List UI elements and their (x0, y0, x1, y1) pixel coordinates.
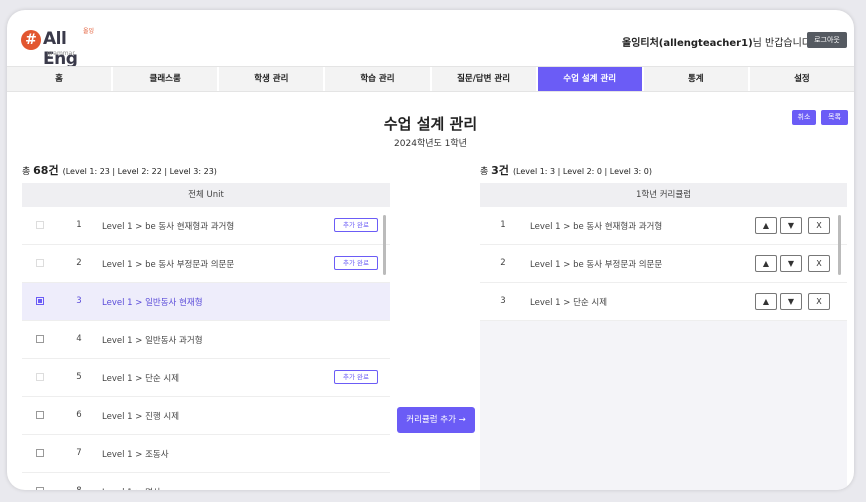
right-total-count: 3건 (491, 164, 509, 177)
added-badge: 추가 완료 (334, 218, 378, 232)
unit-title: Level 1 > be 동사 부정문과 의문문 (102, 260, 235, 270)
move-up-icon[interactable]: ▲ (755, 217, 777, 234)
logo-text: All Eng (43, 29, 78, 69)
unit-checkbox[interactable] (36, 297, 44, 305)
move-down-icon[interactable]: ▼ (780, 293, 802, 310)
unit-list-scrollbar[interactable] (383, 215, 386, 275)
unit-number: 3 (76, 296, 82, 306)
curriculum-number: 3 (500, 296, 506, 306)
logout-button[interactable]: 로그아웃 (807, 32, 847, 48)
curriculum-row: 1 Level 1 > be 동사 현재형과 과거형 ▲ ▼ X (480, 207, 847, 245)
remove-icon[interactable]: X (808, 217, 830, 234)
nav-item[interactable]: 학습 관리 (325, 67, 432, 91)
greeting-suffix: 님 반갑습니다. (752, 38, 815, 49)
logo-subtitle: grammar (47, 50, 75, 57)
left-total-prefix: 총 (22, 167, 34, 177)
move-down-icon[interactable]: ▼ (780, 255, 802, 272)
nav-item[interactable]: 설정 (750, 67, 854, 91)
curriculum-title: Level 1 > be 동사 현재형과 과거형 (530, 222, 663, 232)
added-badge: 추가 완료 (334, 370, 378, 384)
unit-number: 6 (76, 410, 82, 420)
logo-small-text: 올잉 (83, 28, 95, 35)
nav-item[interactable]: 클래스룸 (113, 67, 220, 91)
unit-row[interactable]: 7 Level 1 > 조동사 (22, 435, 390, 473)
unit-checkbox (36, 221, 44, 229)
unit-checkbox[interactable] (36, 411, 44, 419)
unit-row[interactable]: 1 Level 1 > be 동사 현재형과 과거형 추가 완료 (22, 207, 390, 245)
added-badge: 추가 완료 (334, 256, 378, 270)
header: # All Eng 올잉 grammar 올잉티처(allengteacher1… (7, 10, 854, 69)
curriculum-number: 2 (500, 258, 506, 268)
app-window: # All Eng 올잉 grammar 올잉티처(allengteacher1… (7, 10, 854, 490)
cancel-button[interactable]: 취소 (792, 110, 816, 125)
left-total-count: 68건 (33, 164, 59, 177)
curriculum-title: Level 1 > 단순 시제 (530, 298, 608, 308)
left-total: 총 68건 (Level 1: 23 | Level 2: 22 | Level … (22, 162, 217, 178)
nav-item[interactable]: 수업 설계 관리 (537, 67, 644, 91)
right-level-counts: (Level 1: 3 | Level 2: 0 | Level 3: 0) (512, 167, 652, 176)
greeting: 올잉티처(allengteacher1)님 반갑습니다. (622, 34, 814, 49)
right-total-prefix: 총 (480, 167, 492, 177)
curriculum-row: 2 Level 1 > be 동사 부정문과 의문문 ▲ ▼ X (480, 245, 847, 283)
nav-item[interactable]: 통계 (644, 67, 750, 91)
curriculum-title: Level 1 > be 동사 부정문과 의문문 (530, 260, 663, 270)
page-title: 수업 설계 관리 (383, 115, 478, 133)
unit-row[interactable]: 5 Level 1 > 단순 시제 추가 완료 (22, 359, 390, 397)
page-subtitle: 2024학년도 1학년 (394, 139, 467, 149)
unit-row[interactable]: 6 Level 1 > 진행 시제 (22, 397, 390, 435)
hash-logo-icon: # (21, 30, 41, 50)
move-up-icon[interactable]: ▲ (755, 255, 777, 272)
unit-list[interactable]: 1 Level 1 > be 동사 현재형과 과거형 추가 완료 2 Level 1 >… (22, 207, 390, 490)
main-nav: 홈 클래스룸 학생 관리 학습 관리 질문/답변 관리 수업 설계 관리 통계 설정 (7, 66, 854, 92)
unit-row[interactable]: 8 Level 1 > 명사 (22, 473, 390, 490)
remove-icon[interactable]: X (808, 293, 830, 310)
unit-title: Level 1 > 단순 시제 (102, 374, 180, 384)
unit-list-header: 전체 Unit (22, 183, 390, 207)
logo[interactable]: # All Eng 올잉 grammar (21, 28, 101, 69)
unit-checkbox[interactable] (36, 449, 44, 457)
unit-checkbox (36, 373, 44, 381)
list-button[interactable]: 목록 (821, 110, 848, 125)
left-level-counts: (Level 1: 23 | Level 2: 22 | Level 3: 23… (62, 167, 217, 176)
curriculum-list-scrollbar[interactable] (838, 215, 841, 275)
unit-title: Level 1 > be 동사 현재형과 과거형 (102, 222, 235, 232)
curriculum-row: 3 Level 1 > 단순 시제 ▲ ▼ X (480, 283, 847, 321)
unit-number: 7 (76, 448, 82, 458)
unit-title: Level 1 > 명사 (102, 486, 161, 490)
curriculum-list[interactable]: 1 Level 1 > be 동사 현재형과 과거형 ▲ ▼ X 2 Level 1 > b… (480, 207, 847, 490)
unit-title: Level 1 > 일반동사 현재형 (102, 298, 203, 308)
nav-item[interactable]: 홈 (7, 67, 114, 91)
unit-title: Level 1 > 조동사 (102, 450, 169, 460)
curriculum-number: 1 (500, 220, 506, 230)
unit-checkbox[interactable] (36, 335, 44, 343)
remove-icon[interactable]: X (808, 255, 830, 272)
nav-item[interactable]: 학생 관리 (219, 67, 326, 91)
add-curriculum-button[interactable]: 커리큘럼 추가 → (397, 407, 475, 433)
unit-row[interactable]: 3 Level 1 > 일반동사 현재형 (22, 283, 390, 321)
unit-checkbox (36, 259, 44, 267)
unit-title: Level 1 > 일반동사 과거형 (102, 336, 203, 346)
unit-number: 1 (76, 220, 82, 230)
unit-title: Level 1 > 진행 시제 (102, 412, 180, 422)
unit-checkbox[interactable] (36, 487, 44, 490)
move-up-icon[interactable]: ▲ (755, 293, 777, 310)
unit-row[interactable]: 2 Level 1 > be 동사 부정문과 의문문 추가 완료 (22, 245, 390, 283)
nav-item[interactable]: 질문/답변 관리 (432, 67, 538, 91)
unit-number: 4 (76, 334, 82, 344)
unit-number: 2 (76, 258, 82, 268)
greeting-name: 올잉티처(allengteacher1) (622, 38, 753, 49)
move-down-icon[interactable]: ▼ (780, 217, 802, 234)
curriculum-header: 1학년 커리큘럼 (480, 183, 847, 207)
unit-number: 5 (76, 372, 82, 382)
unit-number: 8 (72, 486, 86, 490)
right-total: 총 3건 (Level 1: 3 | Level 2: 0 | Level 3: … (480, 162, 652, 178)
unit-row[interactable]: 4 Level 1 > 일반동사 과거형 (22, 321, 390, 359)
